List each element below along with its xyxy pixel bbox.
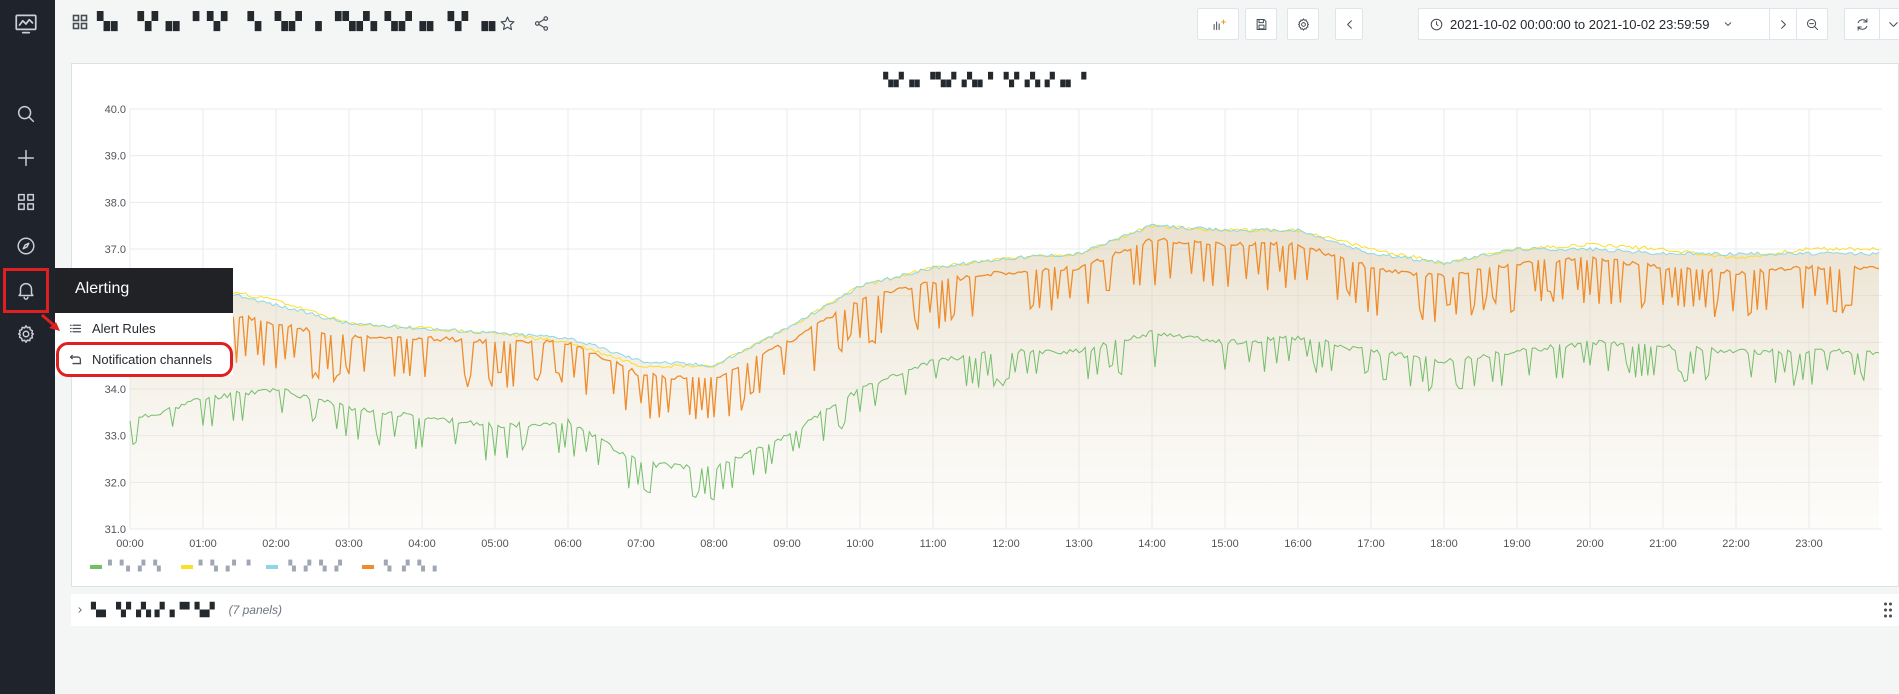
- x-tick-label: 22:00: [1722, 538, 1750, 550]
- plus-icon[interactable]: [12, 144, 40, 172]
- x-tick-label: 03:00: [335, 538, 363, 550]
- share-icon[interactable]: [531, 13, 551, 33]
- row-title[interactable]: ▚▖▝▞▗▚ ▞▗▝▘▚▞: [91, 602, 215, 618]
- x-tick-label: 06:00: [554, 538, 582, 550]
- alerting-menu-title[interactable]: Alerting: [55, 268, 233, 313]
- refresh-interval-dropdown[interactable]: [1879, 8, 1899, 40]
- legend-label: ▝▖▗▘▝▖▗▘: [284, 561, 346, 572]
- legend-label: ▝▖ ▗▘▝▖▗: [379, 561, 437, 572]
- x-tick-label: 13:00: [1065, 538, 1093, 550]
- time-shift-back-button[interactable]: [1335, 8, 1363, 40]
- save-dashboard-button[interactable]: [1245, 8, 1277, 40]
- time-shift-forward-button[interactable]: [1769, 8, 1797, 40]
- x-tick-label: 16:00: [1284, 538, 1312, 550]
- x-tick-label: 14:00: [1138, 538, 1166, 550]
- x-tick-label: 00:00: [116, 538, 144, 550]
- graph-panel[interactable]: ▚▞▗▖▝▚▞▗▚▖▘▝▞▗▚ ▞▗▖▝ 40.039.038.037.036.…: [71, 63, 1899, 587]
- y-tick-label: 34.0: [105, 384, 126, 396]
- legend-item[interactable]: ▝▖ ▗▘▝▖▗: [361, 561, 437, 572]
- y-tick-label: 40.0: [105, 104, 126, 116]
- dashboards-icon[interactable]: [12, 188, 40, 216]
- legend-swatch: [180, 564, 193, 569]
- y-tick-label: 38.0: [105, 197, 126, 209]
- dashboard-grid-icon: [72, 14, 88, 35]
- star-icon[interactable]: [497, 13, 517, 33]
- y-tick-label: 37.0: [105, 244, 126, 256]
- drag-handle-icon[interactable]: [1883, 601, 1893, 619]
- dashboard-navbar: ▚▖ ▝▞▗▖ ▘▚▘ ▝▖ ▚▞ ▗ ▝▚▞▖▚▞▗▖▝▞ ▗▖ 2021-1…: [55, 0, 1899, 47]
- x-tick-label: 20:00: [1576, 538, 1604, 550]
- row-panel-count: (7 panels): [228, 603, 282, 617]
- x-tick-label: 18:00: [1430, 538, 1458, 550]
- y-tick-label: 33.0: [105, 431, 126, 443]
- x-tick-label: 01:00: [189, 538, 217, 550]
- chart-legend: ▘▝ ▖▗▘▝▖ ▘▝▖▗ ▘ ▝ ▝▖▗▘▝▖▗▘ ▝▖ ▗▘▝▖▗: [90, 561, 436, 572]
- x-tick-label: 17:00: [1357, 538, 1385, 550]
- x-tick-label: 10:00: [846, 538, 874, 550]
- y-tick-label: 39.0: [105, 151, 126, 163]
- x-tick-label: 09:00: [773, 538, 801, 550]
- x-tick-label: 19:00: [1503, 538, 1531, 550]
- y-tick-label: 31.0: [105, 524, 126, 536]
- legend-label: ▘▝▖▗ ▘ ▝: [198, 561, 251, 572]
- x-tick-label: 11:00: [920, 538, 947, 550]
- legend-label: ▘▝ ▖▗▘▝▖: [108, 561, 165, 572]
- legend-item[interactable]: ▝▖▗▘▝▖▗▘: [266, 561, 346, 572]
- search-icon[interactable]: [12, 100, 40, 128]
- dashboard-row[interactable]: ▚▖▝▞▗▚ ▞▗▝▘▚▞ (7 panels): [71, 594, 1899, 626]
- alert-rules-label: Alert Rules: [92, 321, 156, 336]
- dashboard-settings-button[interactable]: [1287, 8, 1319, 40]
- x-tick-label: 07:00: [627, 538, 655, 550]
- grafana-logo-icon[interactable]: [12, 10, 40, 38]
- explore-compass-icon[interactable]: [12, 232, 40, 260]
- zoom-out-button[interactable]: [1796, 8, 1828, 40]
- legend-item[interactable]: ▘▝ ▖▗▘▝▖: [90, 561, 165, 572]
- legend-swatch: [90, 564, 102, 569]
- dashboard-breadcrumb[interactable]: ▚▖ ▝▞▗▖ ▘▚▘ ▝▖ ▚▞ ▗ ▝▚▞▖▚▞▗▖▝▞ ▗▖: [97, 12, 503, 32]
- x-tick-label: 21:00: [1649, 538, 1677, 550]
- notification-channels-highlight: [56, 342, 233, 377]
- add-panel-button[interactable]: [1197, 8, 1239, 40]
- legend-swatch: [361, 564, 374, 569]
- y-tick-label: 32.0: [105, 477, 126, 489]
- x-tick-label: 05:00: [481, 538, 509, 550]
- legend-item[interactable]: ▘▝▖▗ ▘ ▝: [180, 561, 251, 572]
- x-tick-label: 12:00: [992, 538, 1020, 550]
- clock-icon: [1429, 17, 1444, 32]
- legend-swatch: [266, 564, 279, 569]
- list-icon: [69, 321, 85, 337]
- time-range-picker[interactable]: 2021-10-02 00:00:00 to 2021-10-02 23:59:…: [1418, 8, 1770, 40]
- alert-rules-menu-item[interactable]: Alert Rules: [55, 313, 233, 344]
- time-range-label: 2021-10-02 00:00:00 to 2021-10-02 23:59:…: [1450, 16, 1710, 32]
- side-menu: [0, 0, 55, 694]
- refresh-button[interactable]: [1844, 8, 1880, 40]
- x-tick-label: 08:00: [700, 538, 728, 550]
- x-tick-label: 02:00: [262, 538, 290, 550]
- x-tick-label: 04:00: [408, 538, 436, 550]
- chevron-down-icon: [1722, 18, 1734, 30]
- x-tick-label: 15:00: [1211, 538, 1239, 550]
- series-area-fill: [130, 224, 1879, 529]
- temperature-chart: 40.039.038.037.036.035.034.033.032.031.0…: [105, 104, 1882, 550]
- x-tick-label: 23:00: [1795, 538, 1823, 550]
- chevron-right-icon[interactable]: [75, 605, 85, 615]
- annotation-arrow: [41, 313, 60, 331]
